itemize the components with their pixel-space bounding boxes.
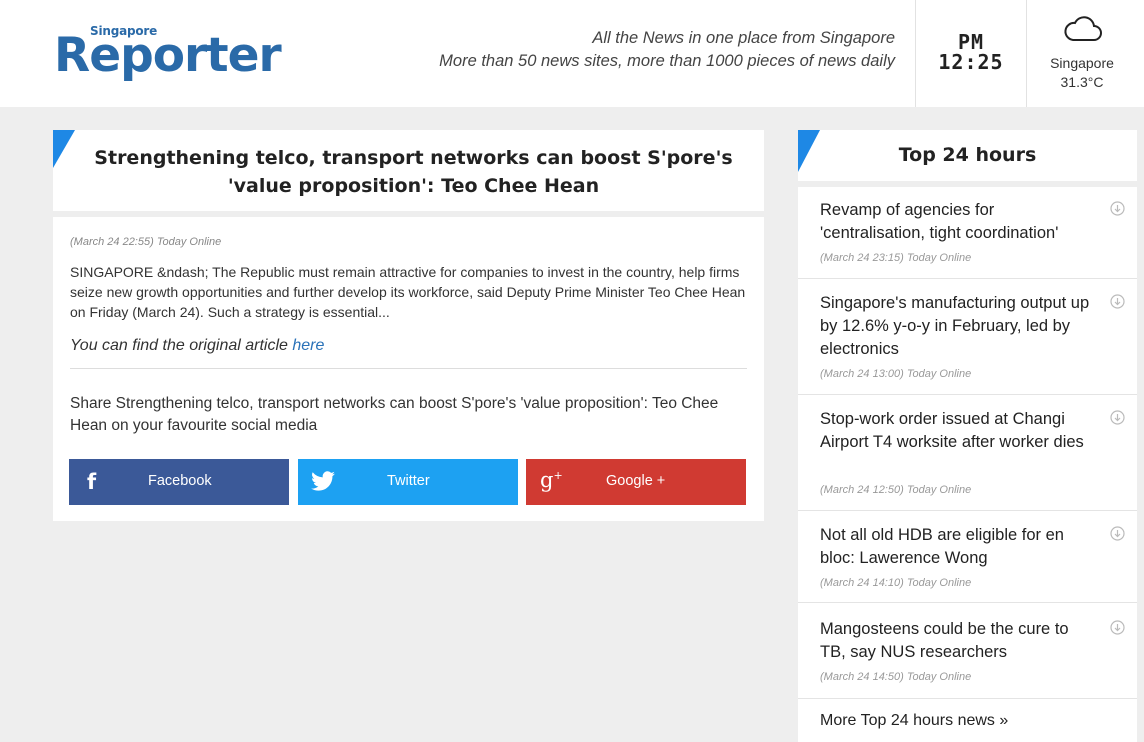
news-headline[interactable]: Stop-work order issued at Changi Airport… <box>820 408 1095 454</box>
news-meta: (March 24 14:10) Today Online <box>820 577 972 589</box>
accent-corner <box>53 130 75 168</box>
original-article-line: You can find the original article here <box>70 337 324 355</box>
article-title-line-2: 'value proposition': Teo Chee Hean <box>227 175 600 197</box>
article-excerpt: SINGAPORE &ndash; The Republic must rema… <box>70 264 746 320</box>
facebook-icon: f <box>87 470 97 494</box>
news-meta: (March 24 12:50) Today Online <box>820 484 972 496</box>
twitter-share-button[interactable]: Twitter <box>298 459 518 505</box>
facebook-share-button[interactable]: f Facebook <box>69 459 289 505</box>
list-item[interactable]: Singapore's manufacturing output up by 1… <box>798 279 1137 395</box>
logo-big-text: Reporter <box>54 28 282 83</box>
site-tagline: All the News in one place from Singapore… <box>439 27 895 73</box>
list-item[interactable]: Revamp of agencies for 'centralisation, … <box>798 187 1137 279</box>
list-item[interactable]: Not all old HDB are eligible for en bloc… <box>798 511 1137 603</box>
clock-time: 12:25 <box>938 50 1004 74</box>
weather-temp: 31.3°C <box>1060 74 1104 90</box>
cloud-icon <box>1064 16 1102 41</box>
expand-icon[interactable] <box>1110 294 1125 309</box>
article-title: Strengthening telco, transport networks … <box>73 144 754 200</box>
news-meta: (March 24 13:00) Today Online <box>820 368 972 380</box>
original-article-link[interactable]: here <box>292 337 324 354</box>
share-text: Share Strengthening telco, transport net… <box>70 395 719 434</box>
article-body-card: (March 24 22:55) Today Online SINGAPORE … <box>53 217 764 521</box>
expand-icon[interactable] <box>1110 201 1125 216</box>
news-headline[interactable]: Revamp of agencies for 'centralisation, … <box>820 199 1095 245</box>
news-headline[interactable]: Singapore's manufacturing output up by 1… <box>820 292 1095 361</box>
facebook-label: Facebook <box>148 473 212 489</box>
tagline-line-2: More than 50 news sites, more than 1000 … <box>439 52 895 70</box>
original-article-prefix: You can find the original article <box>70 337 293 354</box>
weather-widget: Singapore 31.3°C <box>1026 0 1137 107</box>
list-item[interactable]: Stop-work order issued at Changi Airport… <box>798 395 1137 511</box>
site-header: Singapore Reporter All the News in one p… <box>0 0 1144 107</box>
article-meta: (March 24 22:55) Today Online <box>70 236 222 248</box>
news-meta: (March 24 23:15) Today Online <box>820 252 972 264</box>
weather-city: Singapore <box>1050 55 1114 71</box>
article-title-line-1: Strengthening telco, transport networks … <box>94 147 733 169</box>
news-meta: (March 24 14:50) Today Online <box>820 671 972 683</box>
google-share-button[interactable]: g+ Google + <box>526 459 746 505</box>
clock-widget: PM 12:25 <box>915 0 1026 107</box>
google-label: Google + <box>606 473 666 489</box>
news-headline[interactable]: Mangosteens could be the cure to TB, say… <box>820 618 1095 664</box>
twitter-label: Twitter <box>387 473 430 489</box>
expand-icon[interactable] <box>1110 620 1125 635</box>
google-plus-icon: g+ <box>540 468 563 492</box>
expand-icon[interactable] <box>1110 526 1125 541</box>
sidebar-title: Top 24 hours <box>898 144 1037 166</box>
article-title-card: Strengthening telco, transport networks … <box>53 130 764 211</box>
divider <box>70 368 747 369</box>
news-headline[interactable]: Not all old HDB are eligible for en bloc… <box>820 524 1095 570</box>
top-news-list: Revamp of agencies for 'centralisation, … <box>798 187 1137 742</box>
more-news-link[interactable]: More Top 24 hours news » <box>820 712 1008 730</box>
expand-icon[interactable] <box>1110 410 1125 425</box>
tagline-line-1: All the News in one place from Singapore <box>592 29 895 47</box>
sidebar-title-card: Top 24 hours <box>798 130 1137 181</box>
twitter-icon <box>311 471 335 491</box>
site-logo[interactable]: Singapore Reporter <box>54 20 284 90</box>
list-item[interactable]: Mangosteens could be the cure to TB, say… <box>798 603 1137 699</box>
